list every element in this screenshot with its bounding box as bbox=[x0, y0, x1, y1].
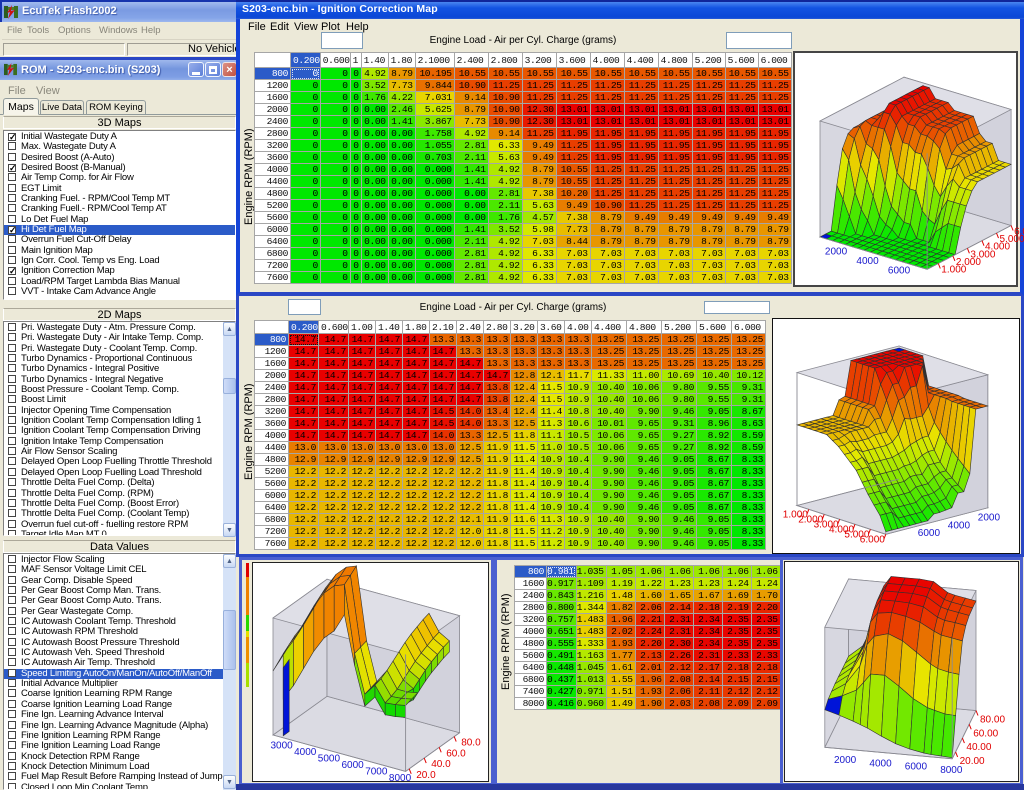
svg-text:6000: 6000 bbox=[905, 762, 928, 773]
svg-text:60.0: 60.0 bbox=[446, 748, 466, 759]
svg-text:4000: 4000 bbox=[294, 747, 317, 758]
svg-text:7000: 7000 bbox=[365, 767, 388, 778]
svg-text:40.0: 40.0 bbox=[431, 759, 451, 770]
svg-text:3000: 3000 bbox=[271, 741, 294, 752]
svg-text:5000: 5000 bbox=[318, 754, 341, 765]
svg-text:2000: 2000 bbox=[834, 755, 857, 766]
svg-text:80.00: 80.00 bbox=[980, 715, 1005, 726]
svg-text:20.0: 20.0 bbox=[416, 770, 436, 781]
svg-text:80.0: 80.0 bbox=[461, 738, 481, 749]
svg-text:4000: 4000 bbox=[869, 758, 892, 769]
svg-text:2000: 2000 bbox=[978, 513, 1001, 524]
svg-text:6.000: 6.000 bbox=[1014, 227, 1024, 238]
svg-text:6.000: 6.000 bbox=[860, 534, 885, 545]
svg-text:6000: 6000 bbox=[888, 266, 911, 277]
svg-text:4000: 4000 bbox=[948, 520, 971, 531]
svg-text:4000: 4000 bbox=[856, 256, 879, 267]
svg-text:60.00: 60.00 bbox=[973, 728, 998, 739]
svg-text:40.00: 40.00 bbox=[966, 742, 991, 753]
svg-text:2000: 2000 bbox=[825, 247, 848, 258]
svg-text:6000: 6000 bbox=[918, 528, 941, 539]
svg-text:20.00: 20.00 bbox=[960, 756, 985, 767]
svg-text:6000: 6000 bbox=[342, 760, 365, 771]
svg-text:8000: 8000 bbox=[389, 773, 412, 784]
